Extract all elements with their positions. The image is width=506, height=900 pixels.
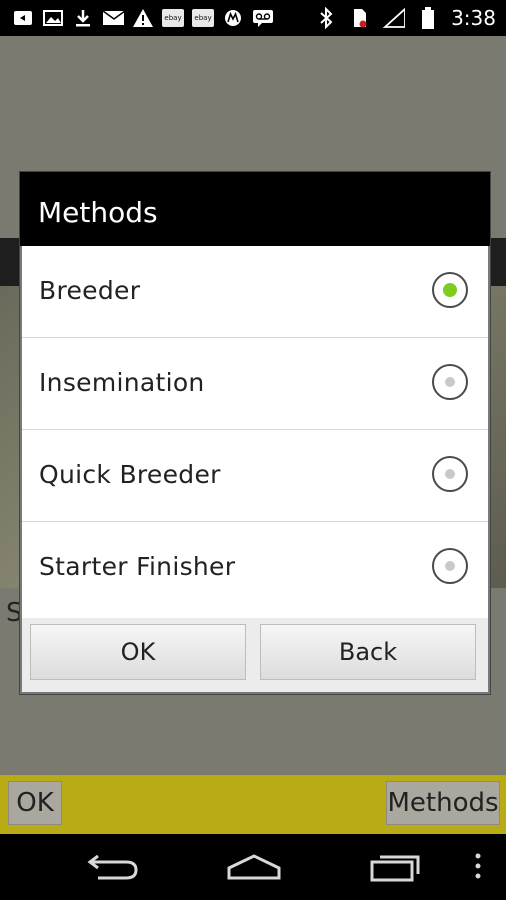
recent-apps-icon[interactable] <box>366 848 426 884</box>
ebay-icon: ebay <box>162 9 184 27</box>
system-icons: 3:38 <box>315 6 496 30</box>
dialog-title: Methods <box>38 196 158 229</box>
radio-unselected-icon[interactable] <box>432 548 468 584</box>
battery-icon <box>417 7 439 29</box>
clock: 3:38 <box>451 6 496 30</box>
option-label: Insemination <box>39 368 205 397</box>
app-methods-button[interactable]: Methods <box>386 781 500 825</box>
mail-icon <box>102 8 124 28</box>
media-icon <box>12 8 34 28</box>
methods-dialog: Methods Breeder Insemination Quick Breed… <box>20 172 490 694</box>
warning-icon <box>132 8 154 28</box>
option-insemination[interactable]: Insemination <box>22 338 488 430</box>
ebay-icon: ebay <box>192 9 214 27</box>
option-quick-breeder[interactable]: Quick Breeder <box>22 430 488 522</box>
voicemail-icon <box>252 8 274 28</box>
image-icon <box>42 8 64 28</box>
radio-unselected-icon[interactable] <box>432 456 468 492</box>
app-ok-button[interactable]: OK <box>8 781 62 825</box>
option-label: Starter Finisher <box>39 552 236 581</box>
app-bottom-bar: OK Methods <box>0 775 506 834</box>
option-label: Breeder <box>39 276 141 305</box>
option-label: Quick Breeder <box>39 460 221 489</box>
ok-button[interactable]: OK <box>30 624 246 680</box>
download-icon <box>72 8 94 28</box>
bluetooth-icon <box>315 7 337 29</box>
back-icon[interactable] <box>84 848 144 884</box>
motorola-icon <box>222 8 244 28</box>
dialog-title-bar: Methods <box>20 172 490 246</box>
navigation-bar <box>0 834 506 900</box>
signal-icon <box>383 7 406 28</box>
radio-unselected-icon[interactable] <box>432 364 468 400</box>
status-bar: ebay ebay 3:38 <box>0 0 506 36</box>
dialog-button-bar: OK Back <box>22 618 488 692</box>
home-icon[interactable] <box>224 848 284 884</box>
menu-icon[interactable] <box>468 848 488 884</box>
radio-selected-icon[interactable] <box>432 272 468 308</box>
option-starter-finisher[interactable]: Starter Finisher <box>22 522 488 618</box>
notification-icons: ebay ebay <box>12 7 274 29</box>
option-breeder[interactable]: Breeder <box>22 246 488 338</box>
method-options-list: Breeder Insemination Quick Breeder Start… <box>22 246 488 618</box>
back-button[interactable]: Back <box>260 624 476 680</box>
sim-icon <box>349 8 371 28</box>
